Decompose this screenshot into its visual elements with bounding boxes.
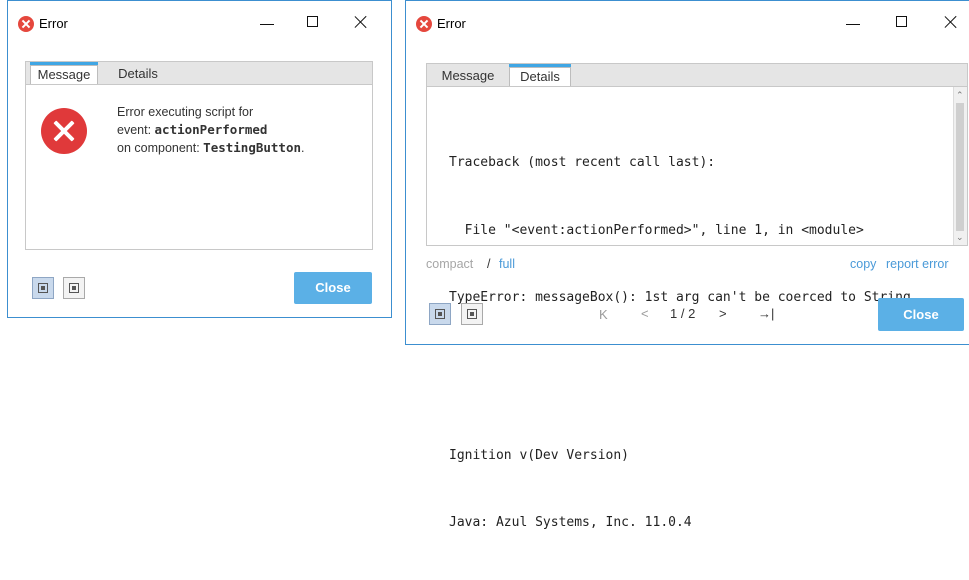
tab-message[interactable]: Message xyxy=(431,67,505,87)
tab-strip: Message Details xyxy=(426,63,968,87)
tab-details[interactable]: Details xyxy=(509,64,571,87)
window-title: Error xyxy=(39,16,68,31)
close-button[interactable]: Close xyxy=(878,298,964,331)
expand-view-button[interactable] xyxy=(63,277,85,299)
vertical-scrollbar[interactable]: ⌃ ⌄ xyxy=(953,87,967,245)
expand-view-icon xyxy=(467,309,477,319)
maximize-button[interactable] xyxy=(299,9,329,35)
tab-message[interactable]: Message xyxy=(30,62,98,85)
first-page-button[interactable]: K xyxy=(599,307,608,322)
next-page-button[interactable]: > xyxy=(719,306,727,321)
prev-page-button[interactable]: < xyxy=(641,306,649,321)
minimize-icon xyxy=(260,24,274,25)
report-error-link[interactable]: report error xyxy=(886,257,949,271)
scrollbar-thumb[interactable] xyxy=(956,103,964,231)
window-title: Error xyxy=(437,16,466,31)
minimize-button[interactable] xyxy=(838,9,868,35)
tab-details[interactable]: Details xyxy=(104,65,172,85)
tab-strip: Message Details xyxy=(25,61,373,85)
details-text: Traceback (most recent call last): File … xyxy=(449,155,911,530)
message-panel: Error executing script for event: action… xyxy=(25,84,373,250)
maximize-icon xyxy=(307,16,318,27)
event-name: actionPerformed xyxy=(154,122,268,137)
page-indicator: 1 / 2 xyxy=(670,306,696,321)
copy-link[interactable]: copy xyxy=(850,257,876,271)
component-name: TestingButton xyxy=(203,140,302,155)
compact-view-icon xyxy=(38,283,48,293)
compact-view-icon xyxy=(435,309,445,319)
minimize-icon xyxy=(846,24,860,25)
error-dialog-right: Error Message Details Traceback (most re… xyxy=(405,0,969,530)
expand-view-icon xyxy=(69,283,79,293)
compact-view-button[interactable] xyxy=(32,277,54,299)
compact-link[interactable]: compact xyxy=(426,257,473,271)
details-panel: Traceback (most recent call last): File … xyxy=(426,86,968,530)
expand-view-button[interactable] xyxy=(461,303,483,325)
full-link[interactable]: full xyxy=(499,257,515,271)
close-button[interactable]: Close xyxy=(294,272,372,304)
maximize-icon xyxy=(896,16,907,27)
error-dialog-left: Error Message Details Error executing sc… xyxy=(7,0,392,318)
close-window-button[interactable] xyxy=(346,9,376,35)
compact-view-button[interactable] xyxy=(429,303,451,325)
error-message: Error executing script for event: action… xyxy=(117,105,305,155)
last-page-button[interactable]: →| xyxy=(758,306,774,321)
close-window-button[interactable] xyxy=(936,9,966,35)
error-icon xyxy=(18,16,34,32)
maximize-button[interactable] xyxy=(888,9,918,35)
error-icon xyxy=(416,16,432,32)
title-bar[interactable]: Error xyxy=(406,1,969,41)
scroll-down-icon[interactable]: ⌄ xyxy=(956,232,964,243)
error-large-icon xyxy=(41,108,87,154)
title-bar[interactable]: Error xyxy=(8,1,391,41)
link-separator: / xyxy=(487,257,491,271)
minimize-button[interactable] xyxy=(252,9,282,35)
scroll-up-icon[interactable]: ⌃ xyxy=(956,90,964,101)
